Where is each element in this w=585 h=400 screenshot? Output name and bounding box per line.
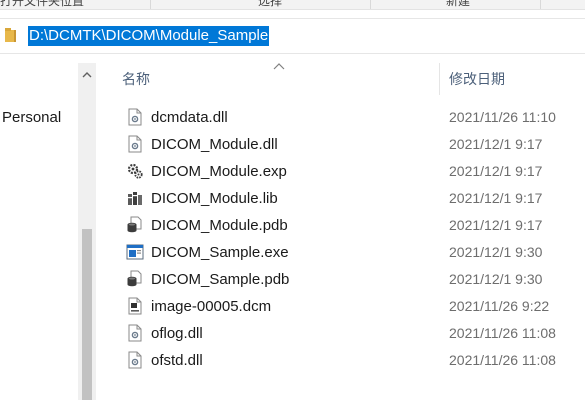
ribbon: 打开文件夹位置 选择 新建 <box>0 0 585 10</box>
ribbon-select[interactable]: 选择 <box>258 0 282 9</box>
file-date: 2021/11/26 9:22 <box>449 298 550 314</box>
column-header-date-modified[interactable]: 修改日期 <box>449 63 505 95</box>
file-name: dcmdata.dll <box>151 109 228 126</box>
dll-file-icon <box>128 324 142 342</box>
exe-file-icon <box>126 244 144 260</box>
scroll-thumb[interactable] <box>82 229 92 400</box>
file-row[interactable]: ofstd.dll 2021/11/26 11:08 <box>122 347 585 374</box>
file-row[interactable]: DICOM_Sample.exe 2021/12/1 9:30 <box>122 239 585 266</box>
ribbon-divider <box>370 0 371 9</box>
file-name: DICOM_Module.dll <box>151 136 278 153</box>
file-row[interactable]: DICOM_Sample.pdb 2021/12/1 9:30 <box>122 266 585 293</box>
file-date: 2021/11/26 11:08 <box>449 325 556 341</box>
file-list: 名称 修改日期 dcmdata.dll 2021/11/26 11:10 DIC… <box>96 63 585 400</box>
file-date: 2021/12/1 9:17 <box>449 163 543 179</box>
file-date: 2021/12/1 9:17 <box>449 136 543 152</box>
file-name: DICOM_Module.pdb <box>151 217 288 234</box>
address-path-input[interactable]: D:\DCMTK\DICOM\Module_Sample <box>28 26 270 46</box>
dll-file-icon <box>128 135 142 153</box>
scroll-up-button[interactable] <box>78 63 96 85</box>
file-row[interactable]: image-00005.dcm 2021/11/26 9:22 <box>122 293 585 320</box>
pdb-file-icon <box>127 216 142 233</box>
file-row[interactable]: DICOM_Module.exp 2021/12/1 9:17 <box>122 158 585 185</box>
ribbon-divider <box>150 0 151 9</box>
column-divider[interactable] <box>439 63 440 95</box>
nav-item-personal[interactable]: Personal <box>2 109 61 126</box>
file-date: 2021/11/26 11:08 <box>449 352 556 368</box>
ribbon-open-location[interactable]: 打开文件夹位置 <box>0 0 84 9</box>
dll-file-icon <box>128 108 142 126</box>
file-name: DICOM_Module.exp <box>151 163 287 180</box>
nav-scrollbar[interactable] <box>78 63 96 400</box>
file-date: 2021/12/1 9:30 <box>449 244 543 260</box>
file-name: oflog.dll <box>151 325 203 342</box>
file-date: 2021/12/1 9:17 <box>449 190 543 206</box>
dcm-file-icon <box>128 297 142 315</box>
exp-file-icon <box>127 163 143 179</box>
file-name: ofstd.dll <box>151 352 203 369</box>
file-date: 2021/12/1 9:30 <box>449 271 543 287</box>
file-name: DICOM_Sample.exe <box>151 244 289 261</box>
file-name: DICOM_Module.lib <box>151 190 278 207</box>
column-header-name[interactable]: 名称 <box>122 63 150 95</box>
pdb-file-icon <box>127 270 142 287</box>
lib-file-icon <box>128 192 142 205</box>
ribbon-new[interactable]: 新建 <box>446 0 470 9</box>
address-bar[interactable]: D:\DCMTK\DICOM\Module_Sample <box>0 18 585 54</box>
file-row[interactable]: DICOM_Module.pdb 2021/12/1 9:17 <box>122 212 585 239</box>
sort-ascending-icon <box>273 63 285 70</box>
file-row[interactable]: DICOM_Module.dll 2021/12/1 9:17 <box>122 131 585 158</box>
file-date: 2021/11/26 11:10 <box>449 109 556 125</box>
dll-file-icon <box>128 351 142 369</box>
file-date: 2021/12/1 9:17 <box>449 217 543 233</box>
file-row[interactable]: oflog.dll 2021/11/26 11:08 <box>122 320 585 347</box>
file-name: DICOM_Sample.pdb <box>151 271 290 288</box>
chevron-up-icon <box>82 71 92 77</box>
file-explorer-window: 打开文件夹位置 选择 新建 D:\DCMTK\DICOM\Module_Samp… <box>0 0 585 400</box>
file-row[interactable]: DICOM_Module.lib 2021/12/1 9:17 <box>122 185 585 212</box>
file-name: image-00005.dcm <box>151 298 272 315</box>
folder-icon <box>5 28 16 42</box>
file-row[interactable]: dcmdata.dll 2021/11/26 11:10 <box>122 104 585 131</box>
ribbon-divider <box>540 0 541 9</box>
